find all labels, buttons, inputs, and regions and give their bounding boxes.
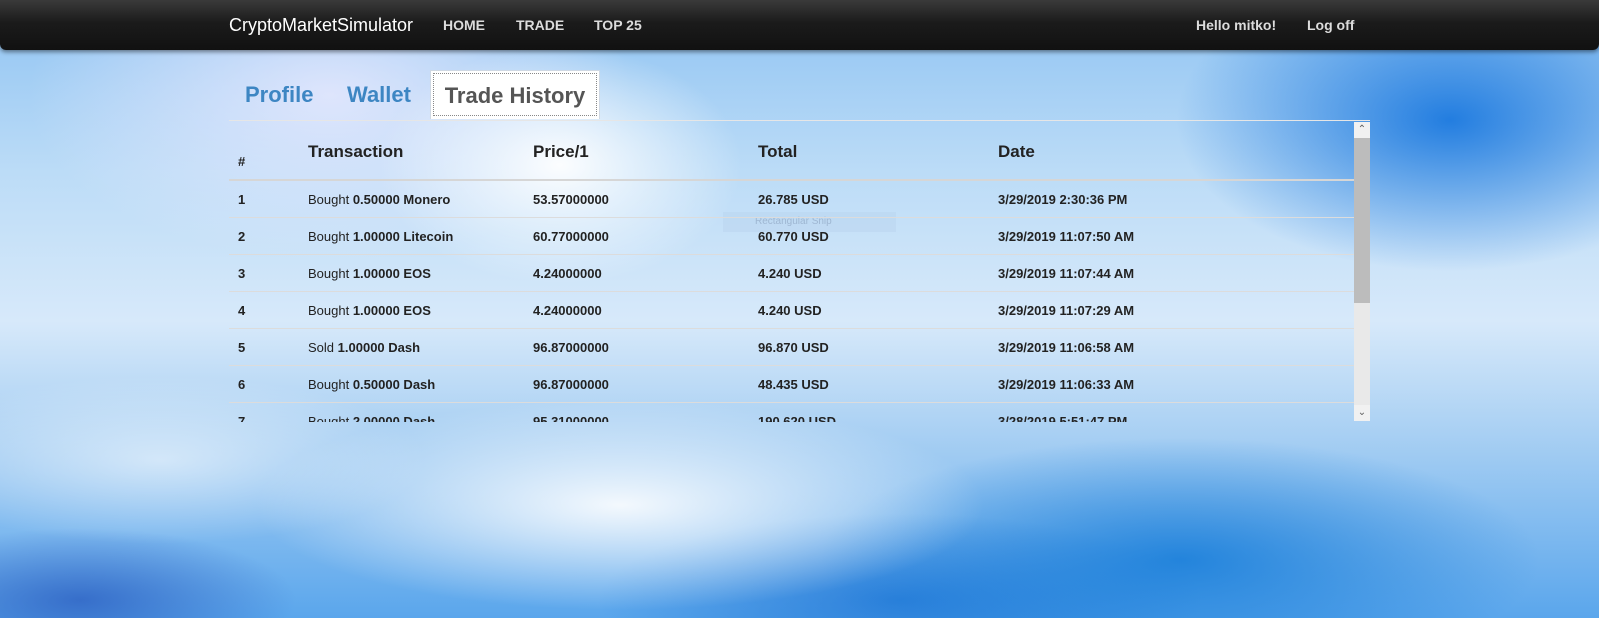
row-date: 3/28/2019 5:51:47 PM	[998, 414, 1128, 422]
row-price: 95.31000000	[533, 414, 609, 422]
transaction-action: Bought	[308, 229, 350, 244]
row-transaction: Bought 0.50000 Monero	[308, 192, 450, 207]
scroll-up-icon[interactable]: ⌃	[1354, 122, 1370, 138]
table-row: 6 Bought 0.50000 Dash 96.87000000 48.435…	[229, 366, 1354, 403]
nav-home-link[interactable]: HOME	[443, 17, 485, 33]
row-price: 60.77000000	[533, 229, 609, 244]
transaction-action: Bought	[308, 266, 350, 281]
transaction-detail: 1.00000 EOS	[352, 266, 431, 281]
brand-link[interactable]: CryptoMarketSimulator	[229, 15, 413, 36]
table-row: 7 Bought 2.00000 Dash 95.31000000 190.62…	[229, 403, 1354, 422]
row-total: 60.770 USD	[758, 229, 829, 244]
row-transaction: Bought 1.00000 EOS	[308, 303, 431, 318]
table-row: 3 Bought 1.00000 EOS 4.24000000 4.240 US…	[229, 255, 1354, 292]
header-transaction: Transaction	[308, 142, 404, 161]
row-transaction: Bought 1.00000 Litecoin	[308, 229, 453, 244]
table-scrollbar[interactable]: ⌃ ⌄	[1354, 122, 1370, 421]
transaction-action: Bought	[308, 377, 350, 392]
transaction-action: Bought	[308, 192, 350, 207]
header-total: Total	[758, 142, 798, 161]
row-date: 3/29/2019 11:07:29 AM	[998, 303, 1135, 318]
transaction-action: Sold	[308, 340, 335, 355]
row-price: 96.87000000	[533, 377, 609, 392]
row-date: 3/29/2019 11:07:50 AM	[998, 229, 1135, 244]
row-number: 1	[238, 192, 246, 207]
row-total: 190.620 USD	[758, 414, 837, 422]
table-row: 1 Bought 0.50000 Monero 53.57000000 26.7…	[229, 181, 1354, 218]
table-row: 4 Bought 1.00000 EOS 4.24000000 4.240 US…	[229, 292, 1354, 329]
trade-history-table: # Transaction Price/1 Total Date 1 Bough…	[229, 121, 1354, 422]
row-number: 3	[238, 266, 246, 281]
table-row: 5 Sold 1.00000 Dash 96.87000000 96.870 U…	[229, 329, 1354, 366]
row-date: 3/29/2019 11:07:44 AM	[998, 266, 1135, 281]
transaction-detail: 0.50000 Dash	[352, 377, 436, 392]
table-row: 2 Bought 1.00000 Litecoin 60.77000000 60…	[229, 218, 1354, 255]
row-transaction: Bought 0.50000 Dash	[308, 377, 435, 392]
header-number: #	[238, 154, 246, 169]
row-total: 96.870 USD	[758, 340, 829, 355]
trade-history-panel: # Transaction Price/1 Total Date 1 Bough…	[229, 120, 1370, 422]
user-greeting-link[interactable]: Hello mitko!	[1196, 17, 1276, 33]
row-date: 3/29/2019 11:06:33 AM	[998, 377, 1135, 392]
tab-profile[interactable]: Profile	[245, 70, 313, 119]
tab-trade-history[interactable]: Trade History	[430, 70, 600, 119]
row-number: 6	[238, 377, 246, 392]
row-number: 2	[238, 229, 246, 244]
header-price: Price/1	[533, 142, 589, 161]
row-date: 3/29/2019 2:30:36 PM	[998, 192, 1128, 207]
row-price: 4.24000000	[533, 303, 602, 318]
row-total: 26.785 USD	[758, 192, 829, 207]
tab-wallet[interactable]: Wallet	[347, 70, 411, 119]
transaction-detail: 2.00000 Dash	[352, 414, 436, 422]
scroll-thumb[interactable]	[1354, 138, 1370, 303]
transaction-detail: 1.00000 EOS	[352, 303, 431, 318]
row-transaction: Bought 1.00000 EOS	[308, 266, 431, 281]
row-total: 4.240 USD	[758, 266, 822, 281]
row-price: 4.24000000	[533, 266, 602, 281]
row-number: 4	[238, 303, 246, 318]
transaction-action: Bought	[308, 303, 350, 318]
header-date: Date	[998, 142, 1035, 161]
row-date: 3/29/2019 11:06:58 AM	[998, 340, 1135, 355]
top-navbar: CryptoMarketSimulator HOME TRADE TOP 25 …	[0, 0, 1599, 50]
logoff-link[interactable]: Log off	[1307, 17, 1354, 33]
table-header-row: # Transaction Price/1 Total Date	[229, 121, 1354, 181]
row-price: 53.57000000	[533, 192, 609, 207]
row-transaction: Bought 2.00000 Dash	[308, 414, 435, 422]
nav-top25-link[interactable]: TOP 25	[594, 17, 642, 33]
transaction-detail: 1.00000 Dash	[337, 340, 421, 355]
row-total: 48.435 USD	[758, 377, 829, 392]
row-transaction: Sold 1.00000 Dash	[308, 340, 420, 355]
transaction-detail: 1.00000 Litecoin	[352, 229, 454, 244]
transaction-action: Bought	[308, 414, 350, 422]
row-total: 4.240 USD	[758, 303, 822, 318]
scroll-down-icon[interactable]: ⌄	[1354, 405, 1370, 421]
transaction-detail: 0.50000 Monero	[352, 192, 451, 207]
nav-trade-link[interactable]: TRADE	[516, 17, 564, 33]
row-number: 5	[238, 340, 246, 355]
row-number: 7	[238, 414, 246, 422]
row-price: 96.87000000	[533, 340, 609, 355]
